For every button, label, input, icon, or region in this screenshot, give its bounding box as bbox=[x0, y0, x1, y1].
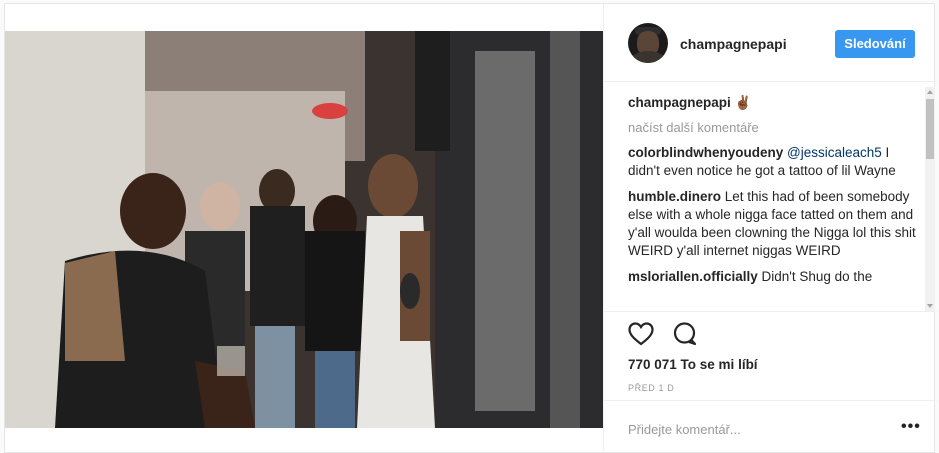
load-more-comments[interactable]: načíst další komentáře bbox=[628, 120, 918, 135]
scrollbar-thumb[interactable] bbox=[926, 99, 934, 159]
caption-username[interactable]: champagnepapi bbox=[628, 95, 731, 110]
post-actions: 770 071 To se mi líbí PŘED 1 D ••• bbox=[604, 311, 937, 453]
comment-item: humble.dinero Let this had of been someb… bbox=[628, 188, 918, 260]
post-date[interactable]: PŘED 1 D bbox=[628, 383, 674, 393]
scroll-down-arrow-icon[interactable] bbox=[927, 304, 933, 308]
follow-button[interactable]: Sledování bbox=[835, 30, 915, 58]
post-photo[interactable] bbox=[5, 31, 603, 428]
comment-item: colorblindwhenyoudeny @jessicaleach5 I d… bbox=[628, 144, 918, 180]
caption: champagnepapi ✌🏾 bbox=[628, 94, 918, 112]
comment-input[interactable] bbox=[628, 419, 878, 439]
avatar[interactable] bbox=[628, 23, 668, 63]
comments-scrollbar[interactable] bbox=[925, 87, 935, 311]
post-header: champagnepapi Sledování bbox=[604, 4, 937, 82]
comment-bubble-icon[interactable] bbox=[672, 322, 698, 349]
comment-username[interactable]: humble.dinero bbox=[628, 189, 721, 204]
post-username[interactable]: champagnepapi bbox=[680, 36, 787, 52]
heart-icon[interactable] bbox=[628, 322, 654, 349]
scroll-up-arrow-icon[interactable] bbox=[927, 90, 933, 94]
instagram-post: champagnepapi Sledování champagnepapi ✌🏾… bbox=[4, 3, 937, 453]
comment-item: msloriallen.officially Didn't Shug do th… bbox=[628, 268, 918, 286]
comment-username[interactable]: msloriallen.officially bbox=[628, 269, 758, 284]
comment-username[interactable]: colorblindwhenyoudeny bbox=[628, 145, 783, 160]
add-comment-bar: ••• bbox=[604, 400, 937, 453]
post-sidebar: champagnepapi Sledování champagnepapi ✌🏾… bbox=[603, 4, 937, 453]
caption-text: ✌🏾 bbox=[734, 95, 752, 110]
action-icons bbox=[628, 322, 712, 349]
comment-mention[interactable]: @jessicaleach5 bbox=[787, 145, 882, 160]
photo-scene bbox=[5, 31, 603, 428]
comment-text: Didn't Shug do the bbox=[757, 269, 873, 284]
like-count[interactable]: 770 071 To se mi líbí bbox=[628, 357, 758, 372]
comments-list: champagnepapi ✌🏾 načíst další komentáře … bbox=[628, 94, 918, 312]
more-options-icon[interactable]: ••• bbox=[901, 418, 921, 436]
